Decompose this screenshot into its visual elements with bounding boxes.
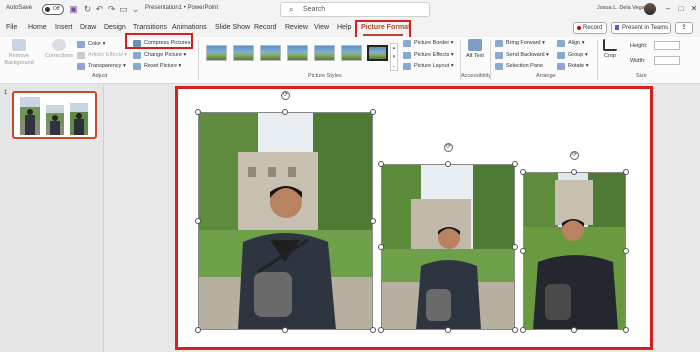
share-icon: ⇪: [681, 24, 687, 31]
autosave-toggle[interactable]: Off: [42, 4, 64, 15]
separator: [490, 40, 491, 80]
picture-style-4[interactable]: [287, 45, 308, 61]
thumbnail-photo-3: [70, 103, 88, 135]
group-button[interactable]: Group ▾: [557, 52, 588, 59]
picture-style-7[interactable]: [367, 45, 388, 61]
effects-icon: [403, 52, 411, 59]
align-button[interactable]: Align ▾: [557, 40, 585, 47]
crop-button[interactable]: Crop: [601, 39, 619, 60]
tab-help[interactable]: Help: [337, 24, 351, 31]
color-icon: [77, 41, 85, 48]
picture-style-5[interactable]: [314, 45, 335, 61]
thumbnail-photo-1: [20, 97, 40, 135]
tab-transitions[interactable]: Transitions: [133, 24, 167, 31]
rotate-icon: [557, 63, 565, 70]
tab-record[interactable]: Record: [254, 24, 277, 31]
picture-style-1[interactable]: [206, 45, 227, 61]
picture-styles-label: Picture Styles: [308, 73, 342, 79]
rotate-button[interactable]: Rotate ▾: [557, 63, 589, 70]
undo-icon[interactable]: ↶: [94, 4, 105, 15]
picture-style-2[interactable]: [233, 45, 254, 61]
arrange-group-label: Arrange: [536, 73, 556, 79]
present-in-teams-button[interactable]: Present in Teams: [611, 22, 671, 34]
thumbnail-photo-2: [46, 105, 64, 135]
send-backward-button[interactable]: Send Backward ▾: [495, 52, 549, 59]
search-placeholder: Search: [303, 6, 326, 13]
accessibility-label: Accessibility: [461, 73, 491, 79]
picture-border-button[interactable]: Picture Border ▾: [403, 40, 453, 47]
adjust-group-label: Adjust: [92, 73, 108, 79]
width-label: Width:: [630, 58, 646, 64]
transparency-button[interactable]: Transparency ▾: [77, 63, 126, 70]
tab-insert[interactable]: Insert: [55, 24, 73, 31]
search-box[interactable]: ⌕ Search: [280, 2, 430, 17]
height-label: Height:: [630, 43, 648, 49]
redo-icon[interactable]: ↷: [106, 4, 117, 15]
maximize-icon[interactable]: □: [675, 3, 687, 15]
tab-animations[interactable]: Animations: [172, 24, 207, 31]
picture-style-3[interactable]: [260, 45, 281, 61]
styles-gallery-scroll[interactable]: ▴ ▾ ⌄: [390, 43, 398, 71]
picture-effects-button[interactable]: Picture Effects ▾: [403, 52, 454, 59]
reset-icon: [133, 63, 141, 70]
tab-slideshow[interactable]: Slide Show: [215, 24, 250, 31]
corrections-button[interactable]: Corrections: [42, 39, 76, 60]
remove-background-button[interactable]: Remove Background: [4, 39, 34, 67]
save-icon[interactable]: ▣: [68, 4, 79, 15]
border-icon: [403, 40, 411, 47]
tab-design[interactable]: Design: [104, 24, 126, 31]
slideshow-start-icon[interactable]: ▭: [118, 4, 129, 15]
minimize-icon[interactable]: –: [662, 3, 674, 15]
tab-home[interactable]: Home: [28, 24, 47, 31]
width-field[interactable]: [654, 56, 680, 65]
transparency-icon: [77, 63, 85, 70]
align-icon: [557, 40, 565, 47]
send-backward-icon: [495, 52, 503, 59]
bring-forward-icon: [495, 40, 503, 47]
ribbon: Remove Background Corrections Color ▾ Ar…: [0, 37, 700, 84]
artistic-effects-button[interactable]: Artistic Effects ▾: [77, 52, 127, 59]
title-bar: AutoSave Off ▣ ↻ ↶ ↷ ▭ ⌄ Presentation1 •…: [0, 0, 700, 20]
separator: [198, 40, 199, 80]
layout-icon: [403, 63, 411, 70]
user-name[interactable]: Josua L. Dela Vega: [597, 5, 645, 11]
change-picture-icon: [133, 52, 141, 59]
record-button[interactable]: Record: [573, 22, 607, 34]
group-icon: [557, 52, 565, 59]
color-button[interactable]: Color ▾: [77, 41, 105, 48]
size-group-label: Size: [636, 73, 647, 79]
tab-view[interactable]: View: [314, 24, 329, 31]
picture-style-6[interactable]: [341, 45, 362, 61]
alt-text-icon: [468, 39, 482, 51]
selection-pane-icon: [495, 63, 503, 70]
selection-pane-button[interactable]: Selection Pane: [495, 63, 543, 70]
slide-highlight: [175, 86, 653, 350]
slide-thumbnail-pane: 1: [0, 85, 104, 352]
slide-number: 1: [4, 90, 8, 96]
reset-picture-button[interactable]: Reset Picture ▾: [133, 63, 181, 70]
close-icon[interactable]: ✕: [688, 3, 700, 15]
bring-forward-button[interactable]: Bring Forward ▾: [495, 40, 545, 47]
share-button[interactable]: ⇪: [675, 22, 693, 34]
corrections-icon: [52, 39, 66, 51]
picture-layout-button[interactable]: Picture Layout ▾: [403, 63, 453, 70]
search-icon: ⌕: [289, 5, 294, 14]
customize-icon[interactable]: ⌄: [130, 4, 141, 15]
avatar[interactable]: [644, 3, 656, 15]
alt-text-button[interactable]: Alt Text: [464, 39, 486, 60]
document-title: Presentation1 • PowerPoint: [145, 5, 219, 11]
height-field[interactable]: [654, 41, 680, 50]
tab-draw[interactable]: Draw: [80, 24, 96, 31]
tab-file[interactable]: File: [6, 24, 17, 31]
separator: [597, 40, 598, 80]
crop-icon: [603, 39, 617, 51]
autosave-label: AutoSave: [6, 5, 33, 11]
artistic-effects-icon: [77, 52, 85, 59]
remove-background-icon: [12, 39, 26, 51]
change-picture-button[interactable]: Change Picture ▾: [133, 52, 186, 59]
slide-thumbnail[interactable]: [12, 91, 97, 139]
refresh-icon[interactable]: ↻: [82, 4, 93, 15]
compress-pictures-highlight: [125, 33, 193, 49]
tab-review[interactable]: Review: [285, 24, 308, 31]
